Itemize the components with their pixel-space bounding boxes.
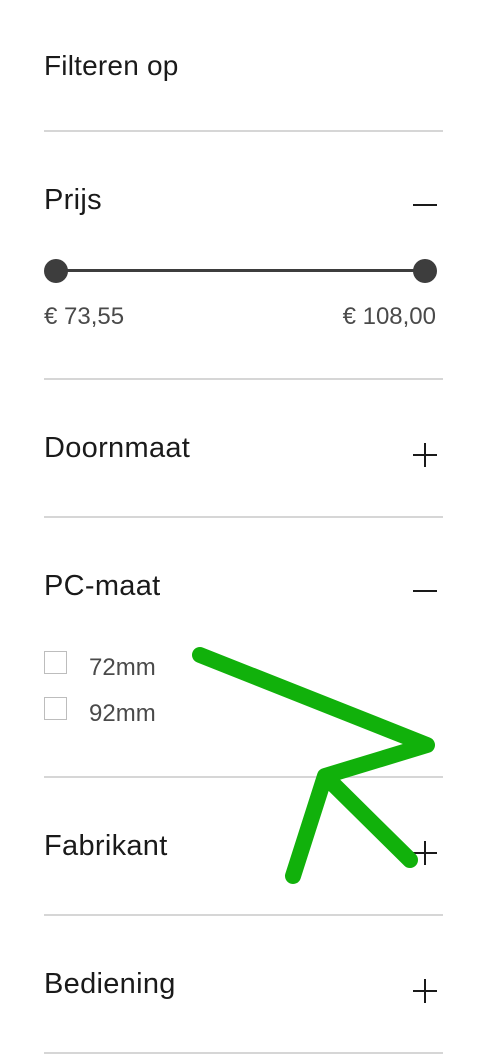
arrow-cursor-icon	[192, 647, 435, 884]
minus-icon[interactable]	[413, 579, 437, 603]
option-label: 92mm	[89, 700, 156, 727]
divider	[44, 378, 443, 380]
option-72mm[interactable]: 72mm	[44, 651, 244, 681]
section-title-doornmaat[interactable]: Doornmaat	[44, 432, 190, 465]
divider	[44, 1052, 443, 1054]
price-slider-min-handle[interactable]	[44, 259, 68, 283]
plus-icon[interactable]	[413, 979, 437, 1003]
option-label: 72mm	[89, 654, 156, 681]
price-slider-track[interactable]	[56, 269, 425, 272]
section-title-price[interactable]: Prijs	[44, 184, 102, 217]
section-title-bediening[interactable]: Bediening	[44, 968, 176, 1001]
filter-heading: Filteren op	[44, 50, 179, 81]
section-title-pcmaat[interactable]: PC-maat	[44, 570, 161, 603]
price-range-slider[interactable]	[44, 258, 437, 284]
minus-icon[interactable]	[413, 193, 437, 217]
option-92mm[interactable]: 92mm	[44, 697, 244, 727]
divider	[44, 130, 443, 132]
price-slider-max-handle[interactable]	[413, 259, 437, 283]
price-min-label: € 73,55	[44, 303, 125, 330]
section-title-fabrikant[interactable]: Fabrikant	[44, 830, 168, 863]
divider	[44, 776, 443, 778]
checkbox[interactable]	[44, 697, 67, 720]
divider	[44, 914, 443, 916]
divider	[44, 516, 443, 518]
price-max-label: € 108,00	[342, 303, 436, 330]
plus-icon[interactable]	[413, 443, 437, 467]
checkbox[interactable]	[44, 651, 67, 674]
plus-icon[interactable]	[413, 841, 437, 865]
